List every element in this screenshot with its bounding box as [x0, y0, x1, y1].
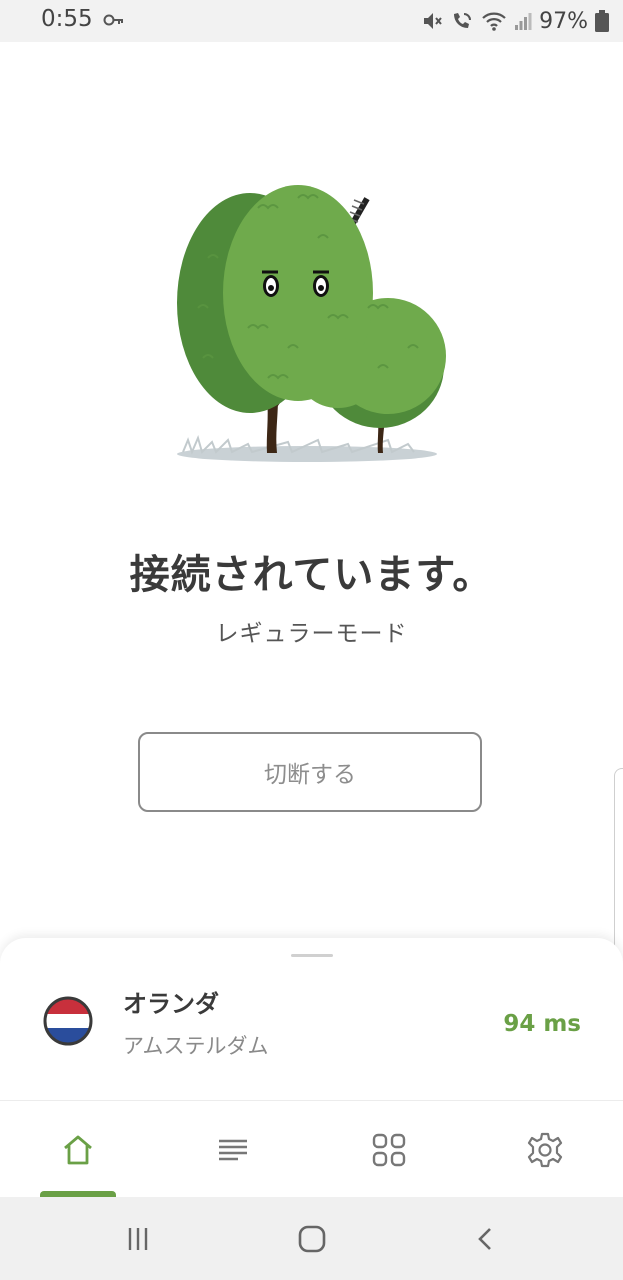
connection-mode: レギュラーモード: [215, 621, 408, 647]
back-arrow-icon: [478, 1228, 491, 1250]
recent-apps-icon: [128, 1228, 148, 1250]
tree-mascot-illustration: [177, 185, 446, 462]
mute-icon: [424, 13, 442, 29]
list-icon: [218, 1139, 247, 1160]
wifi-call-icon: [454, 13, 472, 28]
status-time: 0:55: [41, 6, 93, 32]
nav-apps[interactable]: [311, 1101, 466, 1198]
home-icon: [63, 1135, 92, 1164]
connection-status-title: 接続されています。: [129, 552, 494, 598]
server-panel[interactable]: オランダ アムステルダム 94 ms: [0, 938, 623, 1108]
nav-list[interactable]: [155, 1101, 310, 1198]
nav-home[interactable]: [0, 1101, 155, 1198]
vpn-key-icon: [103, 14, 123, 26]
server-city: アムステルダム: [123, 1034, 269, 1058]
home-button[interactable]: [292, 1219, 332, 1259]
recent-apps-button[interactable]: [118, 1219, 158, 1259]
back-button[interactable]: [466, 1219, 506, 1259]
system-navigation-bar: [0, 1197, 623, 1280]
netherlands-flag-icon: [43, 996, 93, 1046]
apps-grid-icon: [372, 1133, 405, 1166]
home-square-icon: [298, 1225, 326, 1253]
battery-percent: 97%: [539, 8, 588, 34]
sheet-drag-handle[interactable]: [291, 954, 333, 957]
battery-icon: [595, 10, 609, 32]
disconnect-button[interactable]: 切断する: [138, 732, 482, 812]
nav-settings[interactable]: [467, 1101, 622, 1198]
server-latency: 94 ms: [503, 1011, 581, 1037]
bottom-navigation: [0, 1100, 623, 1198]
wifi-icon: [482, 12, 506, 31]
app-screen: 0:55 97% 接続されています。 レギュラーモード 切断する オランダ アム…: [0, 0, 623, 1280]
server-country: オランダ: [123, 990, 219, 1018]
signal-icon: [515, 13, 532, 30]
status-icons: 97%: [421, 6, 609, 36]
status-bar: 0:55 97%: [0, 0, 623, 42]
gear-icon: [527, 1132, 562, 1167]
